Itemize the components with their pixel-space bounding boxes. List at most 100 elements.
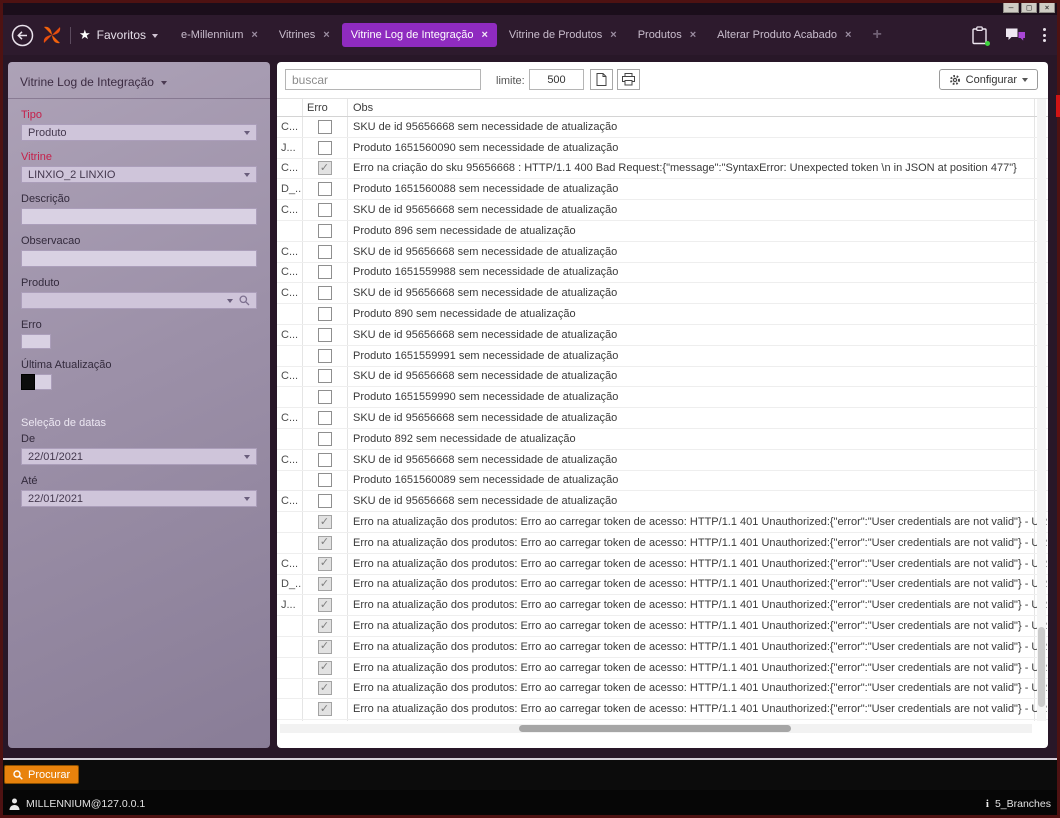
close-button[interactable]: × — [1039, 2, 1055, 13]
ultima-atualizacao-input[interactable] — [35, 374, 52, 390]
erro-checkbox[interactable] — [317, 494, 332, 509]
table-row[interactable]: Produto 1651559991 sem necessidade de at… — [277, 346, 1048, 367]
table-row[interactable]: Erro na atualização dos produtos: Erro a… — [277, 637, 1048, 658]
erro-checkbox[interactable] — [317, 307, 332, 322]
table-row[interactable]: Erro na atualização dos produtos: Erro a… — [277, 699, 1048, 721]
table-row[interactable]: Erro na atualização dos produtos: Erro a… — [277, 512, 1048, 533]
tab[interactable]: Vitrines × — [270, 23, 339, 47]
erro-checkbox[interactable] — [317, 639, 332, 654]
new-tab-button[interactable]: + — [872, 26, 881, 44]
table-row[interactable]: Erro na atualização dos produtos: Erro a… — [277, 658, 1048, 679]
table-row[interactable]: D_... Produto 1651560088 sem necessidade… — [277, 179, 1048, 201]
erro-checkbox[interactable] — [317, 348, 332, 363]
observacao-input[interactable] — [21, 250, 257, 267]
erro-checkbox[interactable] — [317, 244, 332, 259]
table-row[interactable]: C... SKU de id 95656668 sem necessidade … — [277, 242, 1048, 263]
maximize-button[interactable]: □ — [1021, 2, 1037, 13]
vertical-scrollbar-thumb[interactable] — [1038, 627, 1045, 707]
erro-checkbox[interactable] — [317, 556, 332, 571]
sidebar-title[interactable]: Vitrine Log de Integração — [8, 62, 270, 98]
tab-close-icon[interactable]: × — [690, 29, 696, 41]
limit-input[interactable] — [529, 69, 584, 90]
vertical-scrollbar[interactable] — [1037, 99, 1046, 721]
erro-checkbox[interactable] — [317, 681, 332, 696]
table-row[interactable]: Produto 1651559990 sem necessidade de at… — [277, 387, 1048, 409]
table-row[interactable]: Erro na atualização dos produtos: Erro a… — [277, 679, 1048, 700]
minimize-button[interactable]: – — [1003, 2, 1019, 13]
export-button[interactable] — [590, 69, 613, 90]
erro-checkbox[interactable] — [317, 473, 332, 488]
ate-date-select[interactable]: 22/01/2021 — [21, 490, 257, 507]
horizontal-scrollbar[interactable] — [280, 724, 1032, 733]
table-row[interactable]: J... Produto 1651560090 sem necessidade … — [277, 138, 1048, 159]
ultima-atualizacao-toggle[interactable] — [21, 374, 35, 390]
erro-checkbox[interactable] — [317, 577, 332, 592]
tab-close-icon[interactable]: × — [323, 29, 329, 41]
erro-checkbox[interactable] — [317, 390, 332, 405]
table-row[interactable]: C... Produto 1651559988 sem necessidade … — [277, 263, 1048, 284]
erro-checkbox[interactable] — [317, 431, 332, 446]
table-row[interactable]: D_... Erro na atualização dos produtos: … — [277, 575, 1048, 596]
print-button[interactable] — [617, 69, 640, 90]
erro-checkbox[interactable] — [317, 619, 332, 634]
produto-select[interactable] — [21, 292, 257, 309]
erro-checkbox[interactable] — [317, 535, 332, 550]
table-row[interactable]: C... SKU de id 95656668 sem necessidade … — [277, 408, 1048, 429]
more-options-button[interactable] — [1043, 28, 1046, 42]
erro-checkbox[interactable] — [317, 660, 332, 675]
table-row[interactable]: Produto 890 sem necessidade de atualizaç… — [277, 304, 1048, 325]
table-row[interactable]: Erro na atualização dos produtos: Erro a… — [277, 616, 1048, 637]
table-row[interactable]: Produto 896 sem necessidade de atualizaç… — [277, 221, 1048, 242]
erro-checkbox[interactable] — [317, 702, 332, 717]
table-row[interactable]: J... Erro na atualização dos produtos: E… — [277, 595, 1048, 617]
tab-close-icon[interactable]: × — [610, 29, 616, 41]
table-row[interactable]: C... SKU de id 95656668 sem necessidade … — [277, 283, 1048, 305]
table-row[interactable]: Erro na atualização dos produtos: Erro a… — [277, 533, 1048, 554]
erro-checkbox[interactable] — [317, 411, 332, 426]
erro-checkbox[interactable] — [317, 119, 332, 134]
erro-checkbox[interactable] — [317, 515, 332, 530]
table-row[interactable]: C... SKU de id 95656668 sem necessidade … — [277, 200, 1048, 221]
table-row[interactable]: C... SKU de id 95656668 sem necessidade … — [277, 325, 1048, 346]
procurar-button[interactable]: Procurar — [4, 765, 80, 784]
tab[interactable]: Vitrine Log de Integração × — [341, 23, 497, 47]
erro-checkbox[interactable] — [317, 286, 332, 301]
erro-checkbox[interactable] — [317, 161, 332, 176]
erro-checkbox[interactable] — [317, 327, 332, 342]
back-button[interactable] — [10, 23, 34, 47]
table-row[interactable]: C... SKU de id 95656668 sem necessidade … — [277, 450, 1048, 471]
vitrine-select[interactable]: LINXIO_2 LINXIO — [21, 166, 257, 183]
erro-checkbox[interactable] — [317, 265, 332, 280]
favorites-menu[interactable]: ★ Favoritos — [79, 27, 159, 43]
table-row[interactable]: C... Erro na atualização dos produtos: E… — [277, 554, 1048, 575]
tab[interactable]: Vitrine de Produtos × — [500, 23, 626, 47]
chat-button[interactable] — [1005, 27, 1026, 43]
search-input[interactable] — [285, 69, 481, 90]
erro-checkbox[interactable] — [317, 140, 332, 155]
tipo-select[interactable]: Produto — [21, 124, 257, 141]
table-row[interactable]: C... Erro na criação do sku 95656668 : H… — [277, 159, 1048, 180]
descricao-input[interactable] — [21, 208, 257, 225]
horizontal-scrollbar-thumb[interactable] — [519, 725, 791, 732]
de-date-select[interactable]: 22/01/2021 — [21, 448, 257, 465]
configure-button[interactable]: Configurar — [938, 69, 1038, 90]
table-row[interactable]: C... SKU de id 95656668 sem necessidade … — [277, 367, 1048, 388]
table-row[interactable]: Produto 1651560089 sem necessidade de at… — [277, 471, 1048, 492]
erro-checkbox[interactable] — [317, 203, 332, 218]
table-row[interactable]: Produto 892 sem necessidade de atualizaç… — [277, 429, 1048, 450]
erro-checkbox[interactable] — [317, 223, 332, 238]
tab-close-icon[interactable]: × — [481, 29, 487, 41]
tab[interactable]: Alterar Produto Acabado × — [708, 23, 860, 47]
tasks-button[interactable] — [971, 25, 990, 46]
search-icon[interactable] — [239, 295, 250, 306]
erro-checkbox[interactable] — [317, 182, 332, 197]
erro-checkbox[interactable] — [317, 452, 332, 467]
erro-checkbox[interactable] — [317, 369, 332, 384]
erro-checkbox[interactable] — [317, 598, 332, 613]
erro-field[interactable] — [21, 334, 51, 349]
table-row[interactable]: C... SKU de id 95656668 sem necessidade … — [277, 117, 1048, 138]
tab[interactable]: Produtos × — [629, 23, 705, 47]
tab[interactable]: e-Millennium × — [172, 23, 267, 47]
table-row[interactable]: C... SKU de id 95656668 sem necessidade … — [277, 491, 1048, 513]
tab-close-icon[interactable]: × — [845, 29, 851, 41]
